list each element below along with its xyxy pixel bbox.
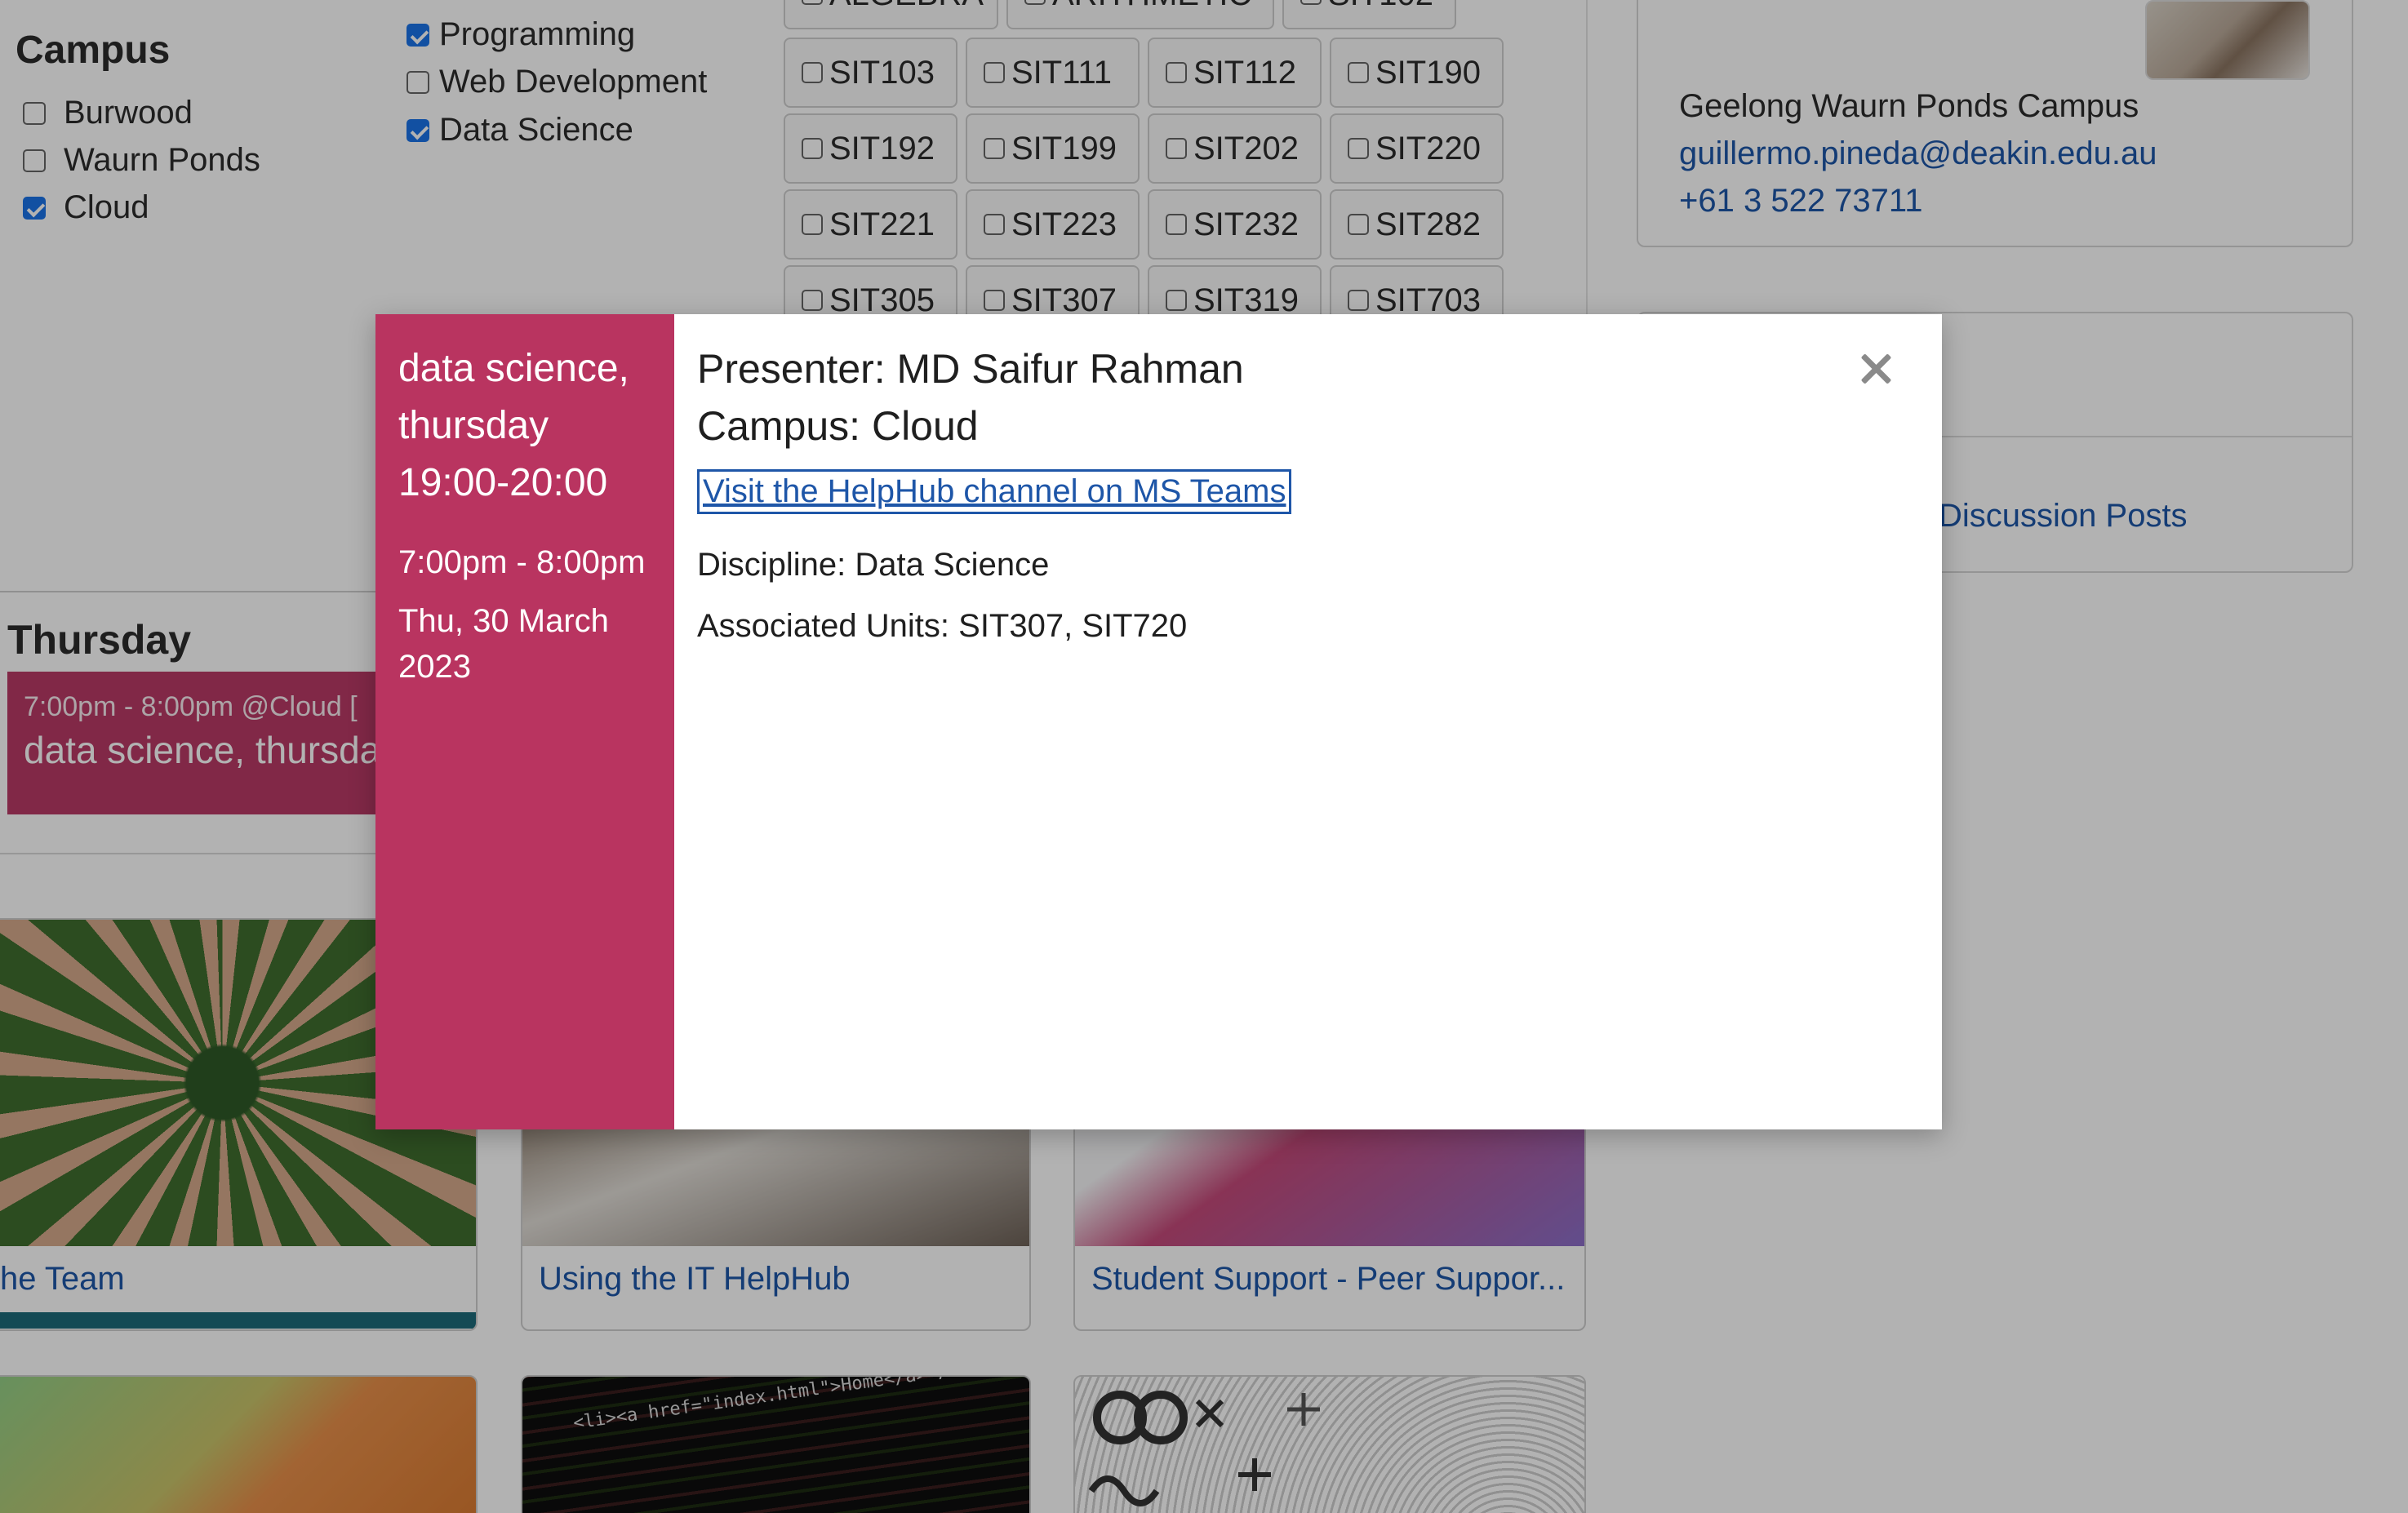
event-campus: Campus: Cloud — [697, 403, 979, 449]
event-presenter: Presenter: MD Saifur Rahman — [697, 346, 1244, 392]
event-summary-date: Thu, 30 March 2023 — [398, 603, 609, 685]
event-details-modal: data science, thursday 19:00-20:00 7:00p… — [375, 314, 1942, 1129]
event-summary-title: data science, thursday 19:00-20:00 — [398, 347, 629, 504]
helphub-teams-link[interactable]: Visit the HelpHub channel on MS Teams — [697, 469, 1292, 514]
event-associated-units: Associated Units: SIT307, SIT720 — [697, 608, 1188, 644]
event-summary-panel: data science, thursday 19:00-20:00 7:00p… — [375, 314, 674, 1129]
event-details-panel: Presenter: MD Saifur Rahman Campus: Clou… — [674, 314, 1942, 1129]
event-discipline: Discipline: Data Science — [697, 547, 1050, 583]
event-summary-time: 7:00pm - 8:00pm — [398, 544, 646, 580]
close-icon[interactable] — [1855, 348, 1896, 389]
